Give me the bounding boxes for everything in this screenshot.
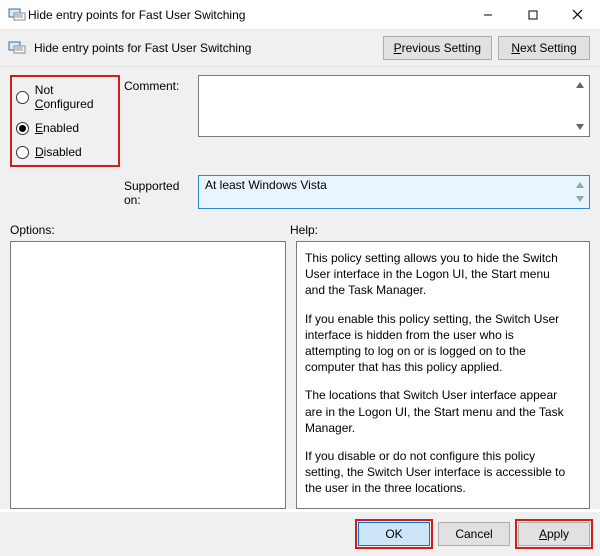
options-label: Options: (10, 223, 290, 237)
help-paragraph: If you enable this policy setting, the S… (305, 311, 571, 376)
previous-setting-button[interactable]: Previous Setting (383, 36, 492, 60)
policy-icon (8, 7, 28, 23)
scroll-down-icon[interactable] (573, 192, 587, 206)
options-pane (10, 241, 286, 509)
policy-icon (8, 40, 28, 56)
help-pane: This policy setting allows you to hide t… (296, 241, 590, 509)
comment-textarea[interactable] (198, 75, 590, 137)
supported-label: Supported on: (124, 175, 194, 207)
titlebar: Hide entry points for Fast User Switchin… (0, 0, 600, 30)
help-label: Help: (290, 223, 318, 237)
header: Hide entry points for Fast User Switchin… (0, 30, 600, 67)
close-button[interactable] (555, 0, 600, 29)
help-paragraph: If you disable or do not configure this … (305, 448, 571, 497)
dialog-footer: OK Cancel Apply (0, 512, 600, 556)
radio-icon (16, 91, 29, 104)
content: Not Configured Enabled Disabled Comment:… (0, 67, 600, 509)
radio-disabled[interactable]: Disabled (16, 145, 114, 159)
ok-button[interactable]: OK (358, 522, 430, 546)
cancel-button[interactable]: Cancel (438, 522, 510, 546)
radio-icon (16, 146, 29, 159)
radio-label: Disabled (35, 145, 82, 159)
minimize-button[interactable] (465, 0, 510, 29)
radio-not-configured[interactable]: Not Configured (16, 83, 114, 111)
window-controls (465, 0, 600, 29)
help-paragraph: This policy setting allows you to hide t… (305, 250, 571, 299)
radio-enabled[interactable]: Enabled (16, 121, 114, 135)
apply-button[interactable]: Apply (518, 522, 590, 546)
supported-on-field: At least Windows Vista (198, 175, 590, 209)
window-title: Hide entry points for Fast User Switchin… (28, 8, 465, 22)
comment-label: Comment: (124, 75, 194, 167)
radio-label: Enabled (35, 121, 79, 135)
supported-on-value: At least Windows Vista (205, 178, 327, 192)
state-radio-group: Not Configured Enabled Disabled (10, 75, 120, 167)
maximize-button[interactable] (510, 0, 555, 29)
policy-title: Hide entry points for Fast User Switchin… (34, 41, 377, 55)
next-setting-button[interactable]: Next Setting (498, 36, 590, 60)
scroll-up-icon[interactable] (573, 178, 587, 192)
scroll-down-icon[interactable] (573, 120, 587, 134)
radio-icon (16, 122, 29, 135)
help-paragraph: The locations that Switch User interface… (305, 387, 571, 436)
scroll-up-icon[interactable] (573, 78, 587, 92)
radio-label: Not Configured (35, 83, 114, 111)
